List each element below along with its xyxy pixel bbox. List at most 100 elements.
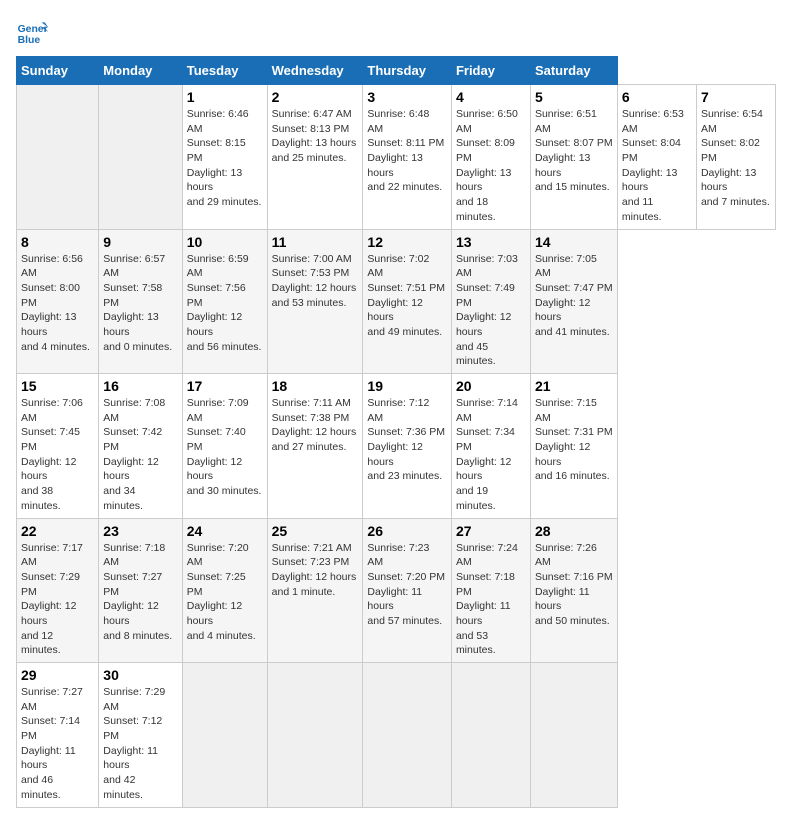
header-friday: Friday [451,57,530,85]
day-number: 20 [456,378,526,394]
day-number: 24 [187,523,263,539]
day-cell-1: 1 Sunrise: 6:46 AM Sunset: 8:15 PM Daylig… [182,85,267,230]
header-sunday: Sunday [17,57,99,85]
day-number: 1 [187,89,263,105]
day-info: Sunrise: 7:06 AM Sunset: 7:45 PM Dayligh… [21,396,94,514]
day-info: Sunrise: 6:46 AM Sunset: 8:15 PM Dayligh… [187,107,263,210]
empty-cell [267,663,363,808]
header-monday: Monday [99,57,182,85]
day-info: Sunrise: 7:00 AM Sunset: 7:53 PM Dayligh… [272,252,359,311]
day-cell-8: 8Sunrise: 6:56 AM Sunset: 8:00 PM Daylig… [17,229,99,374]
day-cell-4: 4Sunrise: 6:50 AM Sunset: 8:09 PM Daylig… [451,85,530,230]
day-info: Sunrise: 7:12 AM Sunset: 7:36 PM Dayligh… [367,396,447,484]
page-header: General Blue [16,16,776,48]
day-number: 26 [367,523,447,539]
day-number: 29 [21,667,94,683]
day-number: 7 [701,89,771,105]
day-number: 23 [103,523,177,539]
day-info: Sunrise: 6:56 AM Sunset: 8:00 PM Dayligh… [21,252,94,355]
day-cell-2: 2Sunrise: 6:47 AM Sunset: 8:13 PM Daylig… [267,85,363,230]
day-info: Sunrise: 7:20 AM Sunset: 7:25 PM Dayligh… [187,541,263,644]
day-info: Sunrise: 7:17 AM Sunset: 7:29 PM Dayligh… [21,541,94,659]
day-number: 17 [187,378,263,394]
day-number: 19 [367,378,447,394]
day-cell-7: 7 Sunrise: 6:54 AM Sunset: 8:02 PM Daylig… [696,85,775,230]
calendar-header-row: SundayMondayTuesdayWednesdayThursdayFrid… [17,57,776,85]
day-cell-6: 6Sunrise: 6:53 AM Sunset: 8:04 PM Daylig… [617,85,696,230]
day-info: Sunrise: 6:51 AM Sunset: 8:07 PM Dayligh… [535,107,613,195]
header-thursday: Thursday [363,57,452,85]
day-cell-24: 24 Sunrise: 7:20 AM Sunset: 7:25 PM Dayli… [182,518,267,663]
day-cell-20: 20 Sunrise: 7:14 AM Sunset: 7:34 PM Dayli… [451,374,530,519]
day-number: 3 [367,89,447,105]
day-number: 22 [21,523,94,539]
day-info: Sunrise: 6:47 AM Sunset: 8:13 PM Dayligh… [272,107,359,166]
day-number: 14 [535,234,613,250]
logo-icon: General Blue [16,16,48,48]
calendar-week-0: 1 Sunrise: 6:46 AM Sunset: 8:15 PM Daylig… [17,85,776,230]
day-number: 9 [103,234,177,250]
day-cell-28: 28Sunrise: 7:26 AM Sunset: 7:16 PM Dayli… [530,518,617,663]
day-cell-5: 5 Sunrise: 6:51 AM Sunset: 8:07 PM Daylig… [530,85,617,230]
day-number: 21 [535,378,613,394]
calendar-week-2: 15 Sunrise: 7:06 AM Sunset: 7:45 PM Dayli… [17,374,776,519]
day-cell-15: 15 Sunrise: 7:06 AM Sunset: 7:45 PM Dayli… [17,374,99,519]
empty-cell [530,663,617,808]
day-info: Sunrise: 6:59 AM Sunset: 7:56 PM Dayligh… [187,252,263,355]
day-info: Sunrise: 7:09 AM Sunset: 7:40 PM Dayligh… [187,396,263,499]
day-info: Sunrise: 6:53 AM Sunset: 8:04 PM Dayligh… [622,107,692,225]
day-info: Sunrise: 7:02 AM Sunset: 7:51 PM Dayligh… [367,252,447,340]
day-info: Sunrise: 7:18 AM Sunset: 7:27 PM Dayligh… [103,541,177,644]
day-number: 5 [535,89,613,105]
day-number: 13 [456,234,526,250]
day-info: Sunrise: 6:57 AM Sunset: 7:58 PM Dayligh… [103,252,177,355]
svg-text:General: General [18,24,48,35]
header-wednesday: Wednesday [267,57,363,85]
day-info: Sunrise: 7:14 AM Sunset: 7:34 PM Dayligh… [456,396,526,514]
day-number: 28 [535,523,613,539]
day-info: Sunrise: 6:48 AM Sunset: 8:11 PM Dayligh… [367,107,447,195]
calendar-table: SundayMondayTuesdayWednesdayThursdayFrid… [16,56,776,808]
calendar-week-4: 29Sunrise: 7:27 AM Sunset: 7:14 PM Dayli… [17,663,776,808]
empty-cell [451,663,530,808]
day-cell-23: 23 Sunrise: 7:18 AM Sunset: 7:27 PM Dayli… [99,518,182,663]
calendar-week-1: 8Sunrise: 6:56 AM Sunset: 8:00 PM Daylig… [17,229,776,374]
day-number: 30 [103,667,177,683]
day-cell-27: 27Sunrise: 7:24 AM Sunset: 7:18 PM Dayli… [451,518,530,663]
day-cell-30: 30Sunrise: 7:29 AM Sunset: 7:12 PM Dayli… [99,663,182,808]
empty-cell [363,663,452,808]
day-number: 15 [21,378,94,394]
day-number: 12 [367,234,447,250]
empty-cell [99,85,182,230]
logo: General Blue [16,16,52,48]
day-cell-29: 29Sunrise: 7:27 AM Sunset: 7:14 PM Dayli… [17,663,99,808]
day-number: 10 [187,234,263,250]
empty-cell [182,663,267,808]
day-number: 18 [272,378,359,394]
day-number: 11 [272,234,359,250]
day-number: 4 [456,89,526,105]
day-cell-19: 19 Sunrise: 7:12 AM Sunset: 7:36 PM Dayli… [363,374,452,519]
calendar-body: 1 Sunrise: 6:46 AM Sunset: 8:15 PM Daylig… [17,85,776,808]
day-info: Sunrise: 7:24 AM Sunset: 7:18 PM Dayligh… [456,541,526,659]
day-cell-9: 9 Sunrise: 6:57 AM Sunset: 7:58 PM Daylig… [99,229,182,374]
day-cell-12: 12 Sunrise: 7:02 AM Sunset: 7:51 PM Dayli… [363,229,452,374]
day-info: Sunrise: 7:23 AM Sunset: 7:20 PM Dayligh… [367,541,447,629]
day-cell-25: 25Sunrise: 7:21 AM Sunset: 7:23 PM Dayli… [267,518,363,663]
empty-cell [17,85,99,230]
day-cell-18: 18Sunrise: 7:11 AM Sunset: 7:38 PM Dayli… [267,374,363,519]
day-cell-17: 17 Sunrise: 7:09 AM Sunset: 7:40 PM Dayli… [182,374,267,519]
day-cell-14: 14 Sunrise: 7:05 AM Sunset: 7:47 PM Dayli… [530,229,617,374]
header-tuesday: Tuesday [182,57,267,85]
day-info: Sunrise: 7:08 AM Sunset: 7:42 PM Dayligh… [103,396,177,514]
day-info: Sunrise: 7:05 AM Sunset: 7:47 PM Dayligh… [535,252,613,340]
day-cell-26: 26 Sunrise: 7:23 AM Sunset: 7:20 PM Dayli… [363,518,452,663]
day-cell-22: 22 Sunrise: 7:17 AM Sunset: 7:29 PM Dayli… [17,518,99,663]
day-info: Sunrise: 7:15 AM Sunset: 7:31 PM Dayligh… [535,396,613,484]
calendar-week-3: 22 Sunrise: 7:17 AM Sunset: 7:29 PM Dayli… [17,518,776,663]
day-info: Sunrise: 6:54 AM Sunset: 8:02 PM Dayligh… [701,107,771,210]
day-number: 16 [103,378,177,394]
day-cell-3: 3 Sunrise: 6:48 AM Sunset: 8:11 PM Daylig… [363,85,452,230]
header-saturday: Saturday [530,57,617,85]
day-cell-13: 13Sunrise: 7:03 AM Sunset: 7:49 PM Dayli… [451,229,530,374]
